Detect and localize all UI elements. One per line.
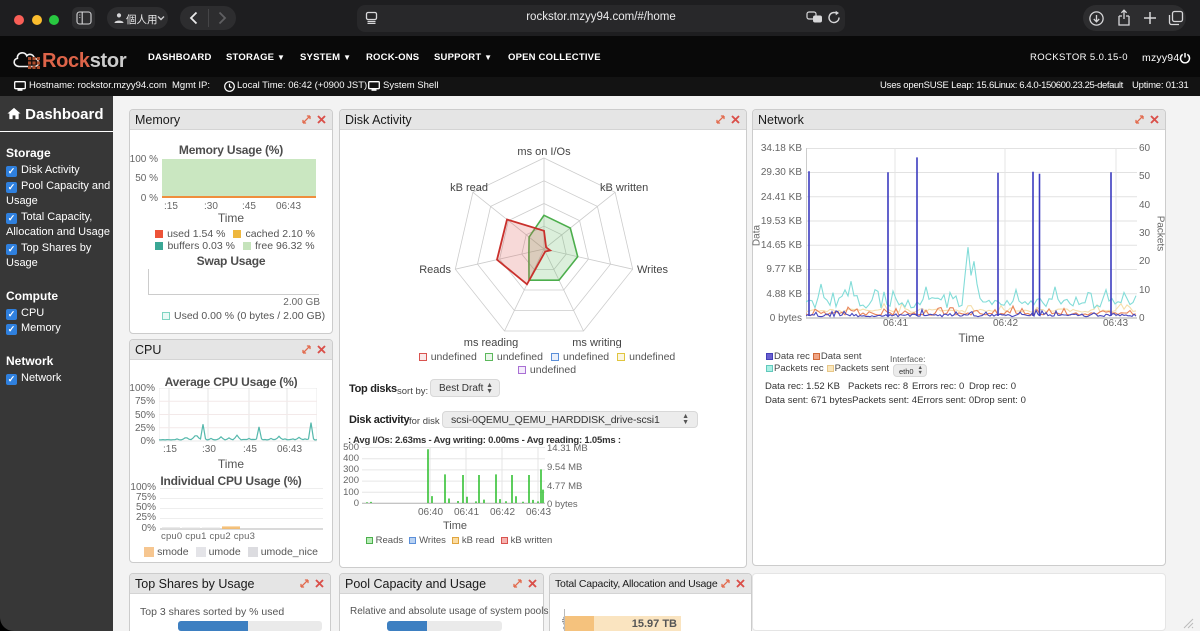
svg-text:ms writing: ms writing — [572, 337, 622, 348]
svg-text:ms reading: ms reading — [464, 337, 518, 348]
svg-text:Writes: Writes — [637, 264, 668, 276]
svg-text:kB written: kB written — [600, 182, 648, 194]
svg-text:Reads: Reads — [419, 264, 451, 276]
svg-text:kB read: kB read — [450, 182, 488, 194]
svg-text:ms on I/Os: ms on I/Os — [517, 146, 571, 158]
